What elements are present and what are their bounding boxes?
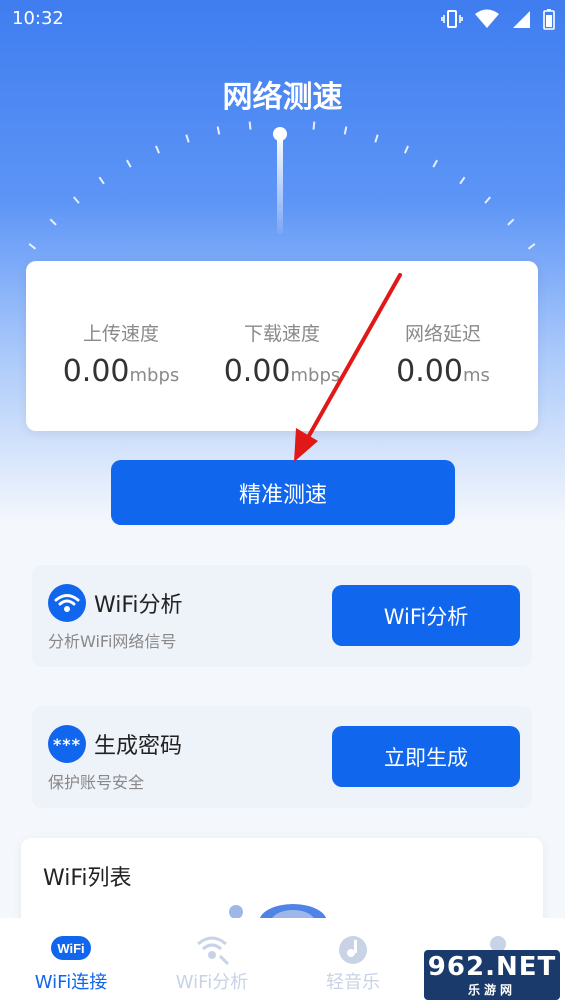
generate-password-card: *** 生成密码 保护账号安全 立即生成 bbox=[32, 706, 532, 808]
password-dots-icon: *** bbox=[48, 725, 86, 763]
tab-wifi-analysis-label: WiFi分析 bbox=[175, 972, 249, 993]
music-icon bbox=[331, 930, 375, 966]
generate-password-desc: 保护账号安全 bbox=[48, 773, 145, 792]
wifi-list-illustration bbox=[229, 904, 327, 920]
wifi-badge-icon: WiFi bbox=[49, 930, 93, 966]
wifi-icon bbox=[48, 584, 86, 622]
wifi-analysis-title: WiFi分析 bbox=[94, 593, 183, 618]
svg-text:WiFi: WiFi bbox=[57, 941, 84, 956]
wifi-search-icon bbox=[190, 930, 234, 966]
wifi-analysis-card: WiFi分析 分析WiFi网络信号 WiFi分析 bbox=[32, 565, 532, 667]
watermark-logo: 962.NET bbox=[427, 952, 557, 982]
wifi-analysis-desc: 分析WiFi网络信号 bbox=[48, 632, 177, 651]
tab-wifi-analysis[interactable]: WiFi分析 bbox=[142, 918, 282, 1004]
generate-now-button[interactable]: 立即生成 bbox=[332, 726, 520, 787]
watermark-subtitle: 乐游网 bbox=[467, 983, 516, 997]
wifi-analysis-button[interactable]: WiFi分析 bbox=[332, 585, 520, 646]
tab-light-music-label: 轻音乐 bbox=[326, 972, 380, 993]
wifi-list-title: WiFi列表 bbox=[43, 866, 132, 891]
tab-wifi-connect[interactable]: WiFi WiFi连接 bbox=[1, 918, 141, 1004]
tab-wifi-connect-label: WiFi连接 bbox=[34, 972, 108, 993]
site-watermark: 962.NET 乐游网 bbox=[424, 950, 560, 1000]
tab-light-music[interactable]: 轻音乐 bbox=[283, 918, 423, 1004]
generate-password-title: 生成密码 bbox=[94, 734, 183, 759]
